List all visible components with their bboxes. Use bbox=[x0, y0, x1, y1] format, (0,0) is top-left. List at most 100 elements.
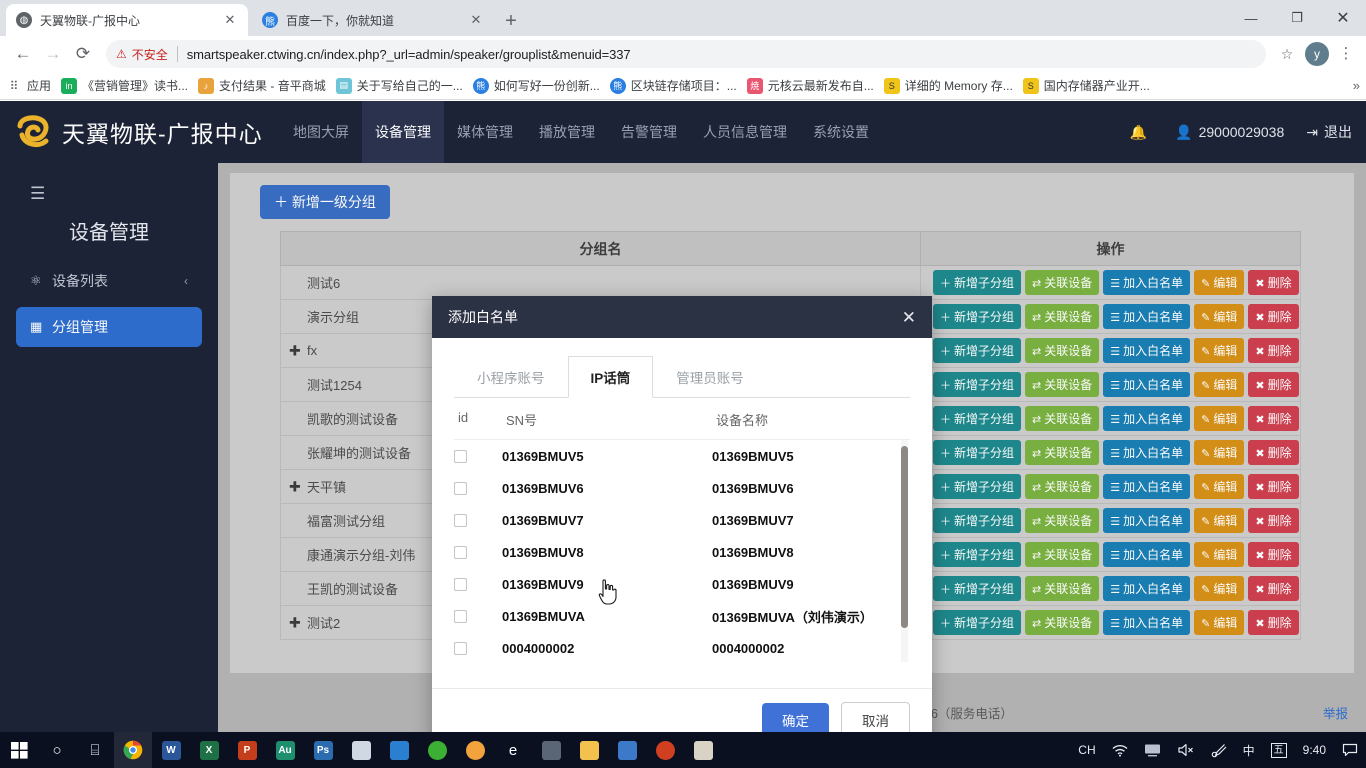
device-row[interactable]: 0004000002 0004000002 bbox=[454, 632, 910, 662]
tab-title: 百度一下，你就知道 bbox=[286, 13, 395, 28]
tab-ip-microphone[interactable]: IP话筒 bbox=[567, 356, 654, 398]
photoshop-icon[interactable]: Ps bbox=[304, 732, 342, 768]
bookmark-item-5[interactable]: 熊 区块链存储项目：... bbox=[609, 77, 737, 94]
browser-tab-1[interactable]: 熊 百度一下，你就知道 ✕ bbox=[252, 4, 494, 36]
add-whitelist-modal: 添加白名单 ✕ 小程序账号 IP话筒 管理员账号 id SN号 设备名称 013… bbox=[432, 296, 932, 732]
bookmark-icon: 焼 bbox=[746, 77, 763, 94]
device-table-header: id SN号 设备名称 bbox=[454, 398, 910, 440]
reload-icon[interactable]: ⟳ bbox=[68, 39, 98, 69]
flame-icon[interactable] bbox=[456, 732, 494, 768]
close-icon[interactable]: ✕ bbox=[468, 12, 484, 28]
bookmark-item-4[interactable]: 熊 如何写好一份创新... bbox=[472, 77, 600, 94]
bookmark-item-6[interactable]: 焼 元核云最新发布自... bbox=[746, 77, 874, 94]
device-checkbox[interactable] bbox=[454, 513, 467, 527]
back-icon[interactable]: ← bbox=[8, 39, 38, 69]
app-glyph bbox=[541, 740, 561, 760]
not-secure-badge[interactable]: ⚠ 不安全 bbox=[116, 46, 168, 63]
profile-avatar[interactable]: y bbox=[1305, 42, 1329, 66]
tab-admin-account[interactable]: 管理员账号 bbox=[653, 356, 767, 398]
bookmark-label: 如何写好一份创新... bbox=[493, 79, 600, 93]
device-checkbox[interactable] bbox=[454, 577, 467, 591]
monitor-icon[interactable] bbox=[1136, 732, 1169, 768]
device-row[interactable]: 01369BMUV5 01369BMUV5 bbox=[454, 440, 910, 472]
cortana-icon[interactable]: ○ bbox=[38, 732, 76, 768]
bookmark-item-8[interactable]: S 国内存储器产业开... bbox=[1022, 77, 1150, 94]
wechat-icon[interactable] bbox=[418, 732, 456, 768]
browser-tab-0[interactable]: ◍ 天翼物联-广报中心 ✕ bbox=[6, 4, 248, 36]
device-checkbox[interactable] bbox=[454, 609, 467, 623]
device-sn: 01369BMUV5 bbox=[502, 448, 584, 464]
device-list[interactable]: 01369BMUV5 01369BMUV5 01369BMUV6 01369BMUV6… bbox=[454, 440, 910, 662]
address-bar[interactable]: ⚠ 不安全 smartspeaker.ctwing.cn/index.php?_… bbox=[106, 40, 1266, 68]
new-tab-button[interactable]: + bbox=[498, 8, 524, 34]
device-checkbox[interactable] bbox=[454, 481, 467, 495]
device-checkbox-cell bbox=[454, 577, 502, 591]
word-icon[interactable]: W bbox=[152, 732, 190, 768]
device-row[interactable]: 01369BMUV6 01369BMUV6 bbox=[454, 472, 910, 504]
bookmark-item-3[interactable]: ▤ 关于写给自己的一... bbox=[335, 77, 463, 94]
minimize-button[interactable]: — bbox=[1228, 0, 1274, 36]
close-icon[interactable]: ✕ bbox=[222, 12, 238, 28]
fire-icon[interactable] bbox=[646, 732, 684, 768]
device-checkbox-cell bbox=[454, 481, 502, 495]
bookmark-star-icon[interactable]: ☆ bbox=[1274, 46, 1300, 63]
device-row[interactable]: 01369BMUV9 01369BMUV9 bbox=[454, 568, 910, 600]
device-checkbox[interactable] bbox=[454, 545, 467, 559]
device-row[interactable]: 01369BMUV8 01369BMUV8 bbox=[454, 536, 910, 568]
bookmark-item-2[interactable]: ♪ 支付结果 - 音平商城 bbox=[198, 77, 326, 94]
device-row[interactable]: 01369BMUV7 01369BMUV7 bbox=[454, 504, 910, 536]
bookmark-label: 国内存储器产业开... bbox=[1043, 79, 1150, 93]
device-checkbox-cell bbox=[454, 449, 502, 463]
tray-language-abbr[interactable]: CH bbox=[1070, 732, 1103, 768]
notification-icon[interactable] bbox=[1334, 732, 1366, 768]
device-checkbox-cell bbox=[454, 545, 502, 559]
warning-triangle-icon: ⚠ bbox=[116, 47, 127, 61]
powerpoint-icon[interactable]: P bbox=[228, 732, 266, 768]
window-close-button[interactable]: ✕ bbox=[1320, 0, 1366, 36]
bookmark-item-7[interactable]: S 详细的 Memory 存... bbox=[883, 77, 1013, 94]
folder-icon[interactable] bbox=[570, 732, 608, 768]
ime-mode-box[interactable]: 五 bbox=[1263, 732, 1295, 768]
column-header-sn: SN号 bbox=[506, 413, 538, 428]
forward-icon[interactable]: → bbox=[38, 39, 68, 69]
mail-icon[interactable] bbox=[380, 732, 418, 768]
close-icon[interactable]: ✕ bbox=[902, 309, 916, 326]
audition-icon[interactable]: Au bbox=[266, 732, 304, 768]
maximize-button[interactable]: ❐ bbox=[1274, 0, 1320, 36]
app-icon[interactable] bbox=[608, 732, 646, 768]
tab-miniprogram-account[interactable]: 小程序账号 bbox=[454, 356, 568, 398]
app-glyph: P bbox=[237, 740, 257, 760]
device-checkbox[interactable] bbox=[454, 449, 467, 463]
device-sn: 01369BMUV7 bbox=[502, 512, 584, 528]
scrollbar-thumb[interactable] bbox=[901, 446, 908, 628]
device-row[interactable]: 01369BMUVA 01369BMUVA（刘伟演示） bbox=[454, 600, 910, 632]
bookmark-label: 区块链存储项目：... bbox=[630, 79, 737, 93]
pen-icon[interactable] bbox=[1203, 732, 1235, 768]
volume-muted-icon[interactable] bbox=[1169, 732, 1203, 768]
excel-icon[interactable]: X bbox=[190, 732, 228, 768]
app-glyph: X bbox=[199, 740, 219, 760]
bookmarks-overflow-icon[interactable]: » bbox=[1353, 78, 1360, 93]
cloud-icon[interactable] bbox=[342, 732, 380, 768]
edge-icon[interactable]: e bbox=[494, 732, 532, 768]
not-secure-label: 不安全 bbox=[131, 47, 168, 62]
device-checkbox-cell bbox=[454, 609, 502, 623]
chrome-icon[interactable] bbox=[114, 732, 152, 768]
taskview-icon[interactable]: ⌸ bbox=[76, 732, 114, 768]
ime-chinese-indicator[interactable]: 中 bbox=[1235, 732, 1263, 768]
bookmark-item-0[interactable]: ⠿ 应用 bbox=[6, 77, 51, 94]
device-checkbox[interactable] bbox=[454, 641, 467, 655]
clock[interactable]: 9:40 bbox=[1295, 732, 1334, 768]
notepad-icon[interactable] bbox=[684, 732, 722, 768]
divider bbox=[176, 46, 178, 62]
tool-icon[interactable] bbox=[532, 732, 570, 768]
bookmark-item-1[interactable]: in 《营销管理》读书... bbox=[61, 77, 188, 94]
wifi-icon[interactable] bbox=[1104, 732, 1136, 768]
baidu-icon: 熊 bbox=[609, 77, 626, 94]
confirm-button[interactable]: 确定 bbox=[762, 702, 829, 732]
cancel-button[interactable]: 取消 bbox=[841, 701, 910, 732]
device-checkbox-cell bbox=[454, 513, 502, 527]
chrome-menu-icon[interactable]: ⋮ bbox=[1334, 46, 1358, 61]
start-icon[interactable] bbox=[0, 732, 38, 768]
modal-tabs: 小程序账号 IP话筒 管理员账号 bbox=[454, 356, 910, 398]
